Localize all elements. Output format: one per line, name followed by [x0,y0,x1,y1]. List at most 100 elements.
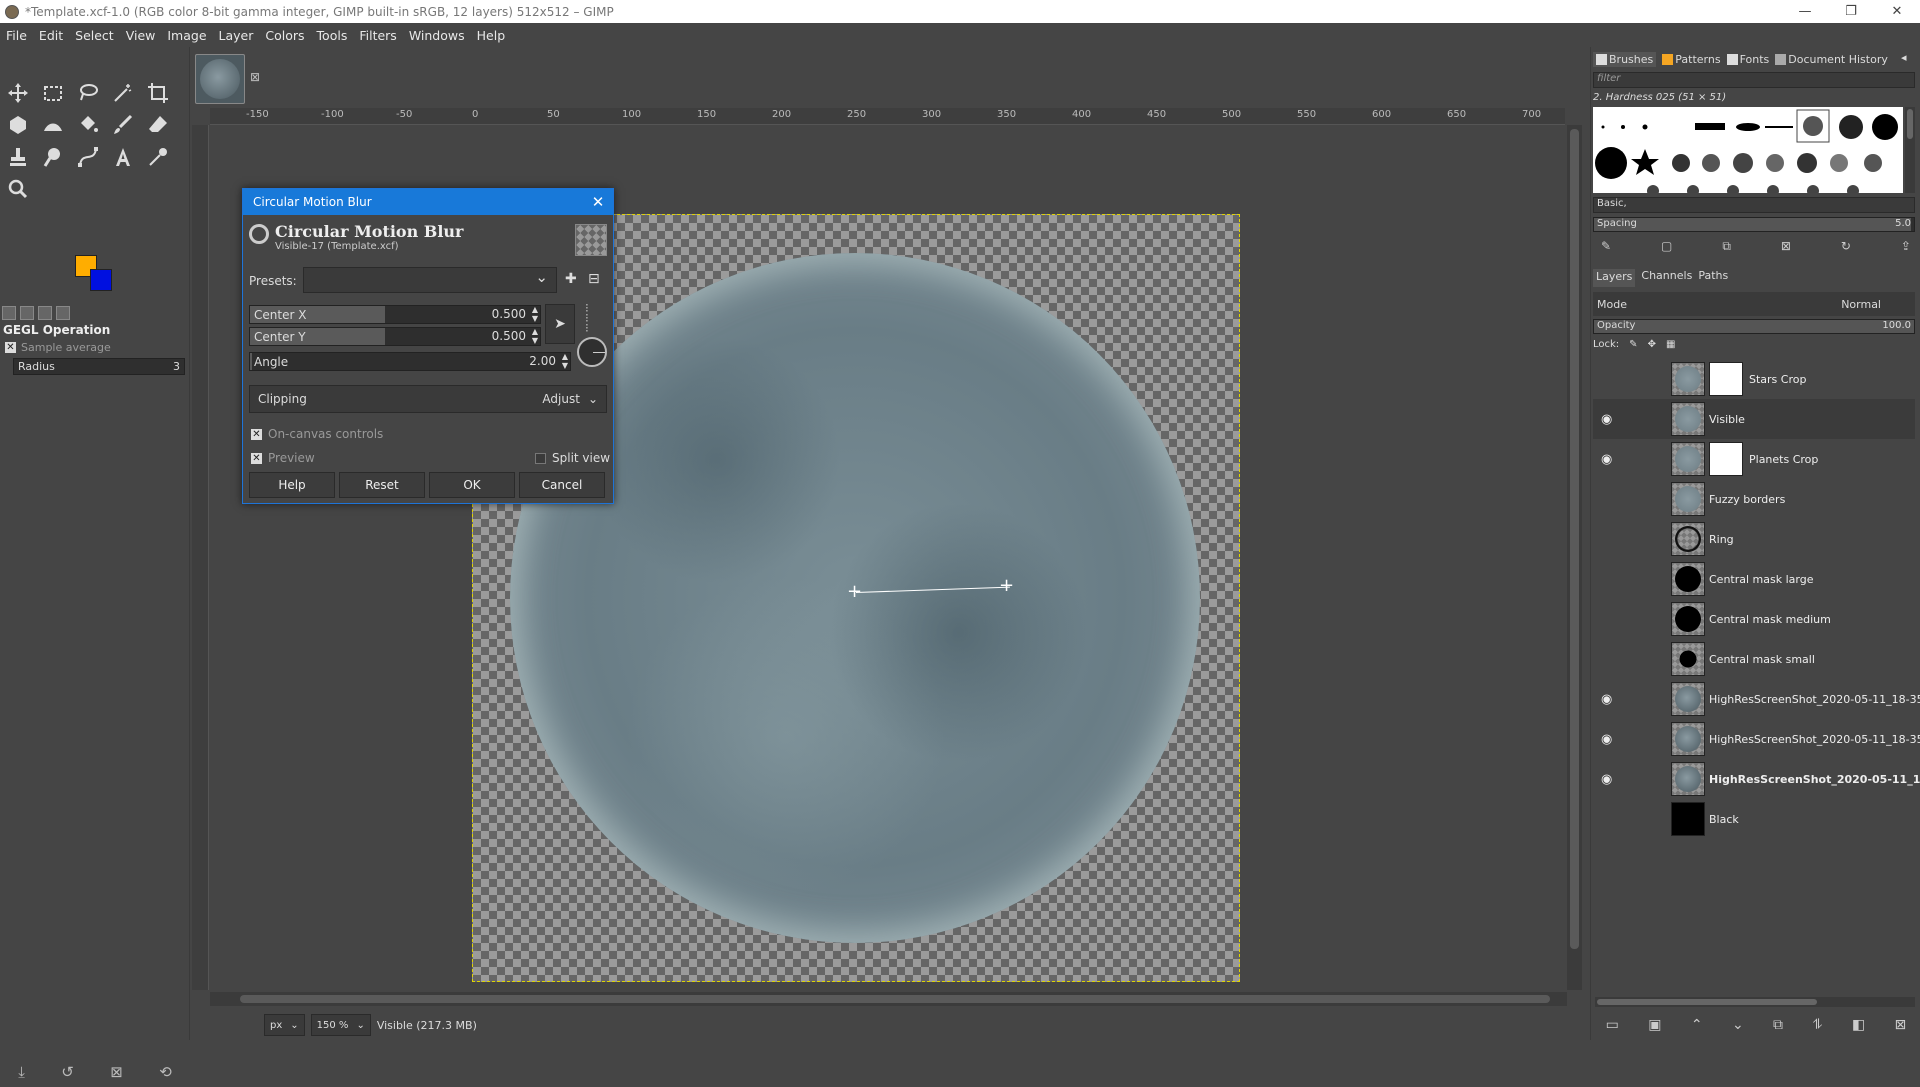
crop-tool-icon[interactable] [143,78,173,108]
tab-patterns[interactable]: Patterns [1662,53,1721,66]
menu-edit[interactable]: Edit [33,28,69,43]
warp-transform-tool-icon[interactable] [38,110,68,140]
layer-row[interactable]: Fuzzy borders [1593,479,1915,519]
horizontal-scrollbar[interactable] [210,992,1567,1006]
menu-windows[interactable]: Windows [403,28,471,43]
menu-colors[interactable]: Colors [259,28,310,43]
zoom-tool-icon[interactable] [3,174,33,204]
image-tab-thumbnail[interactable] [195,54,245,104]
paths-tool-icon[interactable] [73,142,103,172]
on-canvas-controls-checkbox[interactable]: ✕ [251,428,262,440]
delete-brush-icon[interactable]: ⊠ [1781,239,1791,254]
menu-help[interactable]: Help [471,28,512,43]
lock-position-icon[interactable]: ✥ [1648,339,1656,350]
cancel-button[interactable]: Cancel [519,472,605,498]
preset-menu-icon[interactable]: ⊟ [588,271,600,287]
layer-row[interactable]: ◉ HighResScreenShot_2020-05-11_18-35-56. [1593,719,1920,759]
save-tool-preset-icon[interactable]: ⤓ [18,1063,25,1081]
minimize-button[interactable]: — [1782,0,1828,23]
dock-menu-icon[interactable]: ◂ [1901,51,1907,64]
layers-scrollbar[interactable] [1595,997,1915,1007]
sample-average-checkbox[interactable]: ✕ [5,342,16,353]
split-view-option[interactable]: Split view [535,451,610,465]
layer-row[interactable]: Central mask large [1593,559,1915,599]
eraser-tool-icon[interactable] [143,110,173,140]
raise-layer-icon[interactable]: ⌃ [1691,1017,1703,1033]
smudge-tool-icon[interactable] [38,142,68,172]
reset-button[interactable]: Reset [339,472,425,498]
vertical-scrollbar[interactable] [1567,125,1582,990]
preview-option[interactable]: ✕ Preview [251,451,315,465]
refresh-brushes-icon[interactable]: ↻ [1841,239,1851,254]
images-tab-icon[interactable] [56,306,70,320]
add-mask-icon[interactable]: ◧ [1852,1017,1865,1033]
lasso-tool-icon[interactable] [73,78,103,108]
tool-options-tab-icon[interactable] [2,306,16,320]
fuzzy-select-tool-icon[interactable] [108,78,138,108]
menu-file[interactable]: File [0,28,33,43]
menu-layer[interactable]: Layer [213,28,260,43]
radius-spinner[interactable]: Radius 3 [13,358,185,375]
layer-row[interactable]: ◉ Planets Crop [1593,439,1915,479]
duplicate-layer-icon[interactable]: ⧉ [1773,1017,1783,1033]
lock-pixels-icon[interactable]: ✎ [1629,339,1637,350]
brush-filter-input[interactable]: filter [1593,72,1915,88]
layer-row[interactable]: ◉ HighResScreenShot_2020-05-11_18-35-56. [1593,679,1920,719]
menu-view[interactable]: View [120,28,162,43]
tab-fonts[interactable]: Fonts [1726,53,1769,66]
chain-link-icon[interactable]: ⁝ ⁝ ⁝ [585,302,589,334]
tab-channels[interactable]: Channels [1641,269,1692,287]
layers-scrollbar-thumb[interactable] [1597,999,1817,1005]
anchor-layer-icon[interactable]: ⥮ [1812,1017,1822,1033]
dialog-close-icon[interactable]: ✕ [583,193,613,211]
pick-center-button[interactable]: ➤ [545,304,575,344]
new-layer-icon[interactable]: ▭ [1606,1017,1619,1033]
vertical-scrollbar-thumb[interactable] [1570,129,1579,949]
center-x-spinner[interactable]: Center X 0.500 ▲ ▼ [249,305,541,324]
clipping-dropdown[interactable]: Clipping Adjust ⌄ [249,385,607,413]
new-brush-icon[interactable]: ▢ [1661,239,1672,254]
tab-layers[interactable]: Layers [1593,269,1636,287]
delete-tool-preset-icon[interactable]: ⊠ [110,1063,123,1081]
add-preset-icon[interactable]: ✚ [565,271,577,287]
sample-average-option[interactable]: ✕ Sample average [5,341,111,354]
eye-icon[interactable]: ◉ [1601,692,1623,707]
brush-scrollbar[interactable] [1905,107,1915,193]
spinner-arrows-icon[interactable]: ▲ ▼ [562,352,568,370]
clone-tool-icon[interactable] [3,142,33,172]
opacity-slider[interactable]: Opacity 100.0 [1593,319,1915,334]
eye-icon[interactable]: ◉ [1601,772,1623,787]
layer-row[interactable]: Black [1593,799,1915,839]
unit-select[interactable]: px ⌄ [264,1014,305,1036]
move-tool-icon[interactable] [3,78,33,108]
on-canvas-controls-option[interactable]: ✕ On-canvas controls [251,427,383,441]
layer-mask-thumbnail[interactable] [1709,362,1743,396]
layer-row[interactable]: ◉ Visible [1593,399,1915,439]
menu-tools[interactable]: Tools [311,28,354,43]
angle-spinner[interactable]: Angle 2.00 ▲ ▼ [249,352,571,371]
rect-select-tool-icon[interactable] [38,78,68,108]
brush-grid[interactable] [1593,107,1903,193]
help-button[interactable]: Help [249,472,335,498]
center-y-spinner[interactable]: Center Y 0.500 ▲ ▼ [249,327,541,346]
layer-row[interactable]: Stars Crop [1593,359,1915,399]
brush-tag-dropdown[interactable]: Basic, [1593,197,1915,213]
reset-tool-options-icon[interactable]: ⟲ [159,1063,172,1081]
horizontal-scrollbar-thumb[interactable] [240,995,1550,1003]
mode-dropdown[interactable]: Normal [1841,298,1881,311]
restore-tool-preset-icon[interactable]: ↺ [61,1063,74,1081]
undo-history-tab-icon[interactable] [38,306,52,320]
tab-brushes[interactable]: Brushes [1593,51,1657,67]
split-view-checkbox[interactable] [535,452,546,464]
center-handle-icon[interactable]: + [847,583,862,601]
brush-scrollbar-thumb[interactable] [1907,109,1913,139]
presets-dropdown[interactable] [303,267,557,293]
angle-handle-icon[interactable]: + [999,577,1014,595]
eye-icon[interactable]: ◉ [1601,732,1623,747]
new-layer-group-icon[interactable]: ▣ [1648,1017,1661,1033]
tab-paths[interactable]: Paths [1698,269,1728,287]
color-picker-tool-icon[interactable] [143,142,173,172]
layer-mask-thumbnail[interactable] [1709,442,1743,476]
lock-alpha-icon[interactable]: ▦ [1666,339,1675,350]
preview-checkbox[interactable]: ✕ [251,452,262,464]
